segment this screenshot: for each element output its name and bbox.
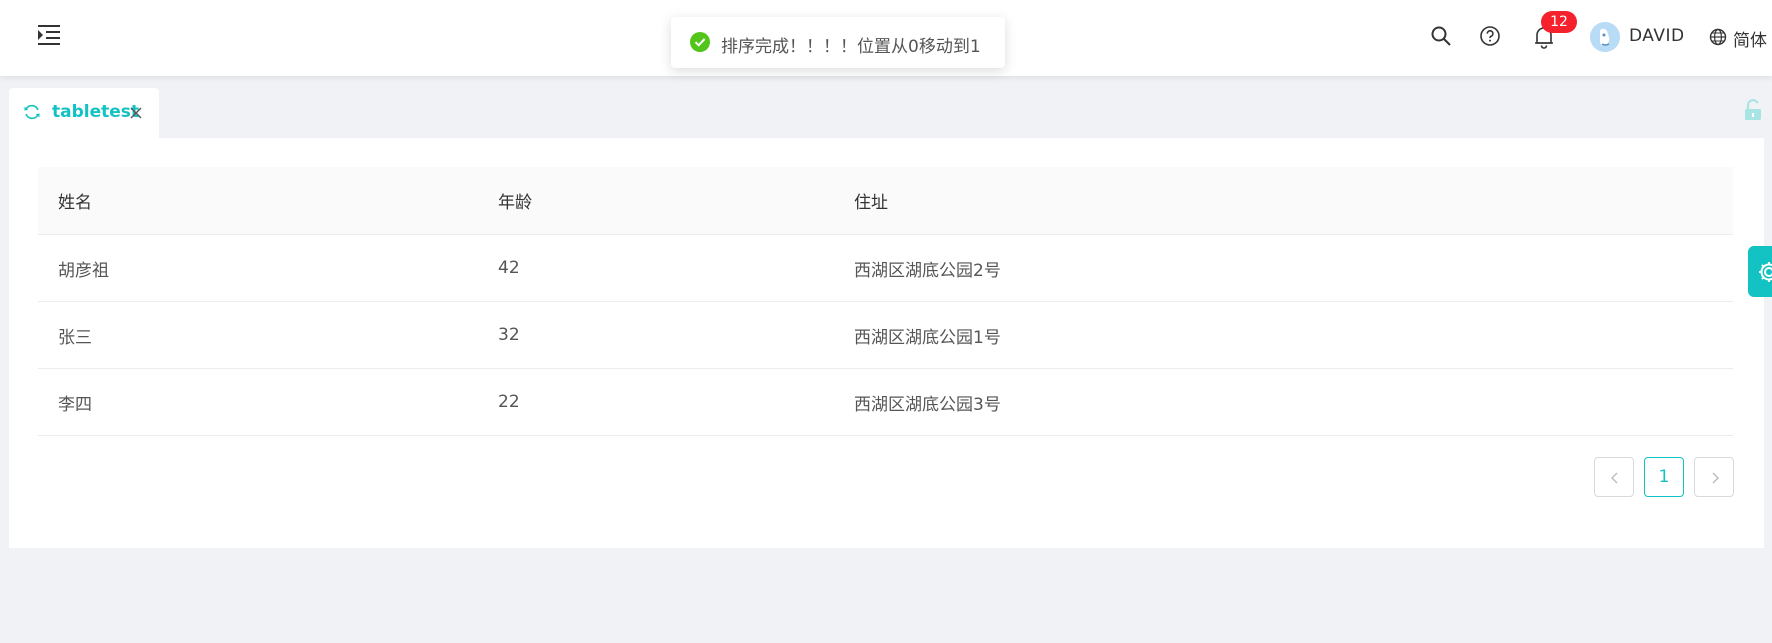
avatar[interactable] (1590, 22, 1620, 52)
content-card: 姓名 年龄 住址 胡彦祖 42 西湖区湖底公园2号 张三 32 西湖区湖底公园1… (9, 138, 1764, 548)
column-header-name: 姓名 (58, 193, 92, 213)
user-name[interactable]: DAVID (1629, 26, 1685, 46)
check-circle-icon (690, 32, 710, 52)
next-page-button[interactable] (1694, 457, 1734, 497)
tab-tabletest[interactable]: tabletest (9, 88, 159, 138)
cell-age: 32 (498, 325, 520, 345)
gear-icon (1759, 262, 1772, 282)
close-icon[interactable] (129, 106, 143, 120)
language-label: 简体 (1733, 31, 1767, 51)
toast-message: 排序完成！！！！位置从0移动到1 (721, 37, 981, 57)
tab-label: tabletest (52, 102, 140, 122)
column-header-address: 住址 (854, 193, 888, 213)
cell-age: 42 (498, 258, 520, 278)
app-page: 12 DAVID 简体 排序完成！！！！位置从0移动到1 tabletest 姓… (0, 0, 1772, 643)
table-header: 姓名 年龄 住址 (38, 167, 1733, 235)
success-toast: 排序完成！！！！位置从0移动到1 (671, 17, 1005, 68)
search-icon[interactable] (1430, 25, 1452, 47)
data-table: 姓名 年龄 住址 胡彦祖 42 西湖区湖底公园2号 张三 32 西湖区湖底公园1… (38, 167, 1733, 436)
settings-drawer-button[interactable] (1748, 246, 1772, 297)
cell-address: 西湖区湖底公园3号 (854, 394, 1001, 415)
chevron-right-icon (1712, 472, 1719, 484)
column-header-age: 年龄 (498, 193, 532, 213)
reload-icon[interactable] (23, 103, 41, 121)
previous-page-button[interactable] (1594, 457, 1634, 497)
cell-name: 李四 (58, 394, 92, 415)
cell-age: 22 (498, 392, 520, 412)
chevron-left-icon (1611, 472, 1618, 484)
notification-count-badge: 12 (1541, 11, 1577, 33)
cell-address: 西湖区湖底公园2号 (854, 260, 1001, 281)
page-button[interactable]: 1 (1644, 457, 1684, 497)
page-number: 1 (1658, 467, 1670, 487)
table-row[interactable]: 张三 32 西湖区湖底公园1号 (38, 302, 1733, 369)
cell-name: 张三 (58, 327, 92, 348)
cell-address: 西湖区湖底公园1号 (854, 327, 1001, 348)
unlock-icon[interactable] (1743, 99, 1763, 125)
globe-icon (1709, 28, 1727, 46)
help-icon[interactable] (1479, 25, 1501, 47)
cell-name: 胡彦祖 (58, 260, 109, 281)
menu-toggle-icon[interactable] (36, 24, 64, 46)
table-row[interactable]: 李四 22 西湖区湖底公园3号 (38, 369, 1733, 436)
table-row[interactable]: 胡彦祖 42 西湖区湖底公园2号 (38, 235, 1733, 302)
